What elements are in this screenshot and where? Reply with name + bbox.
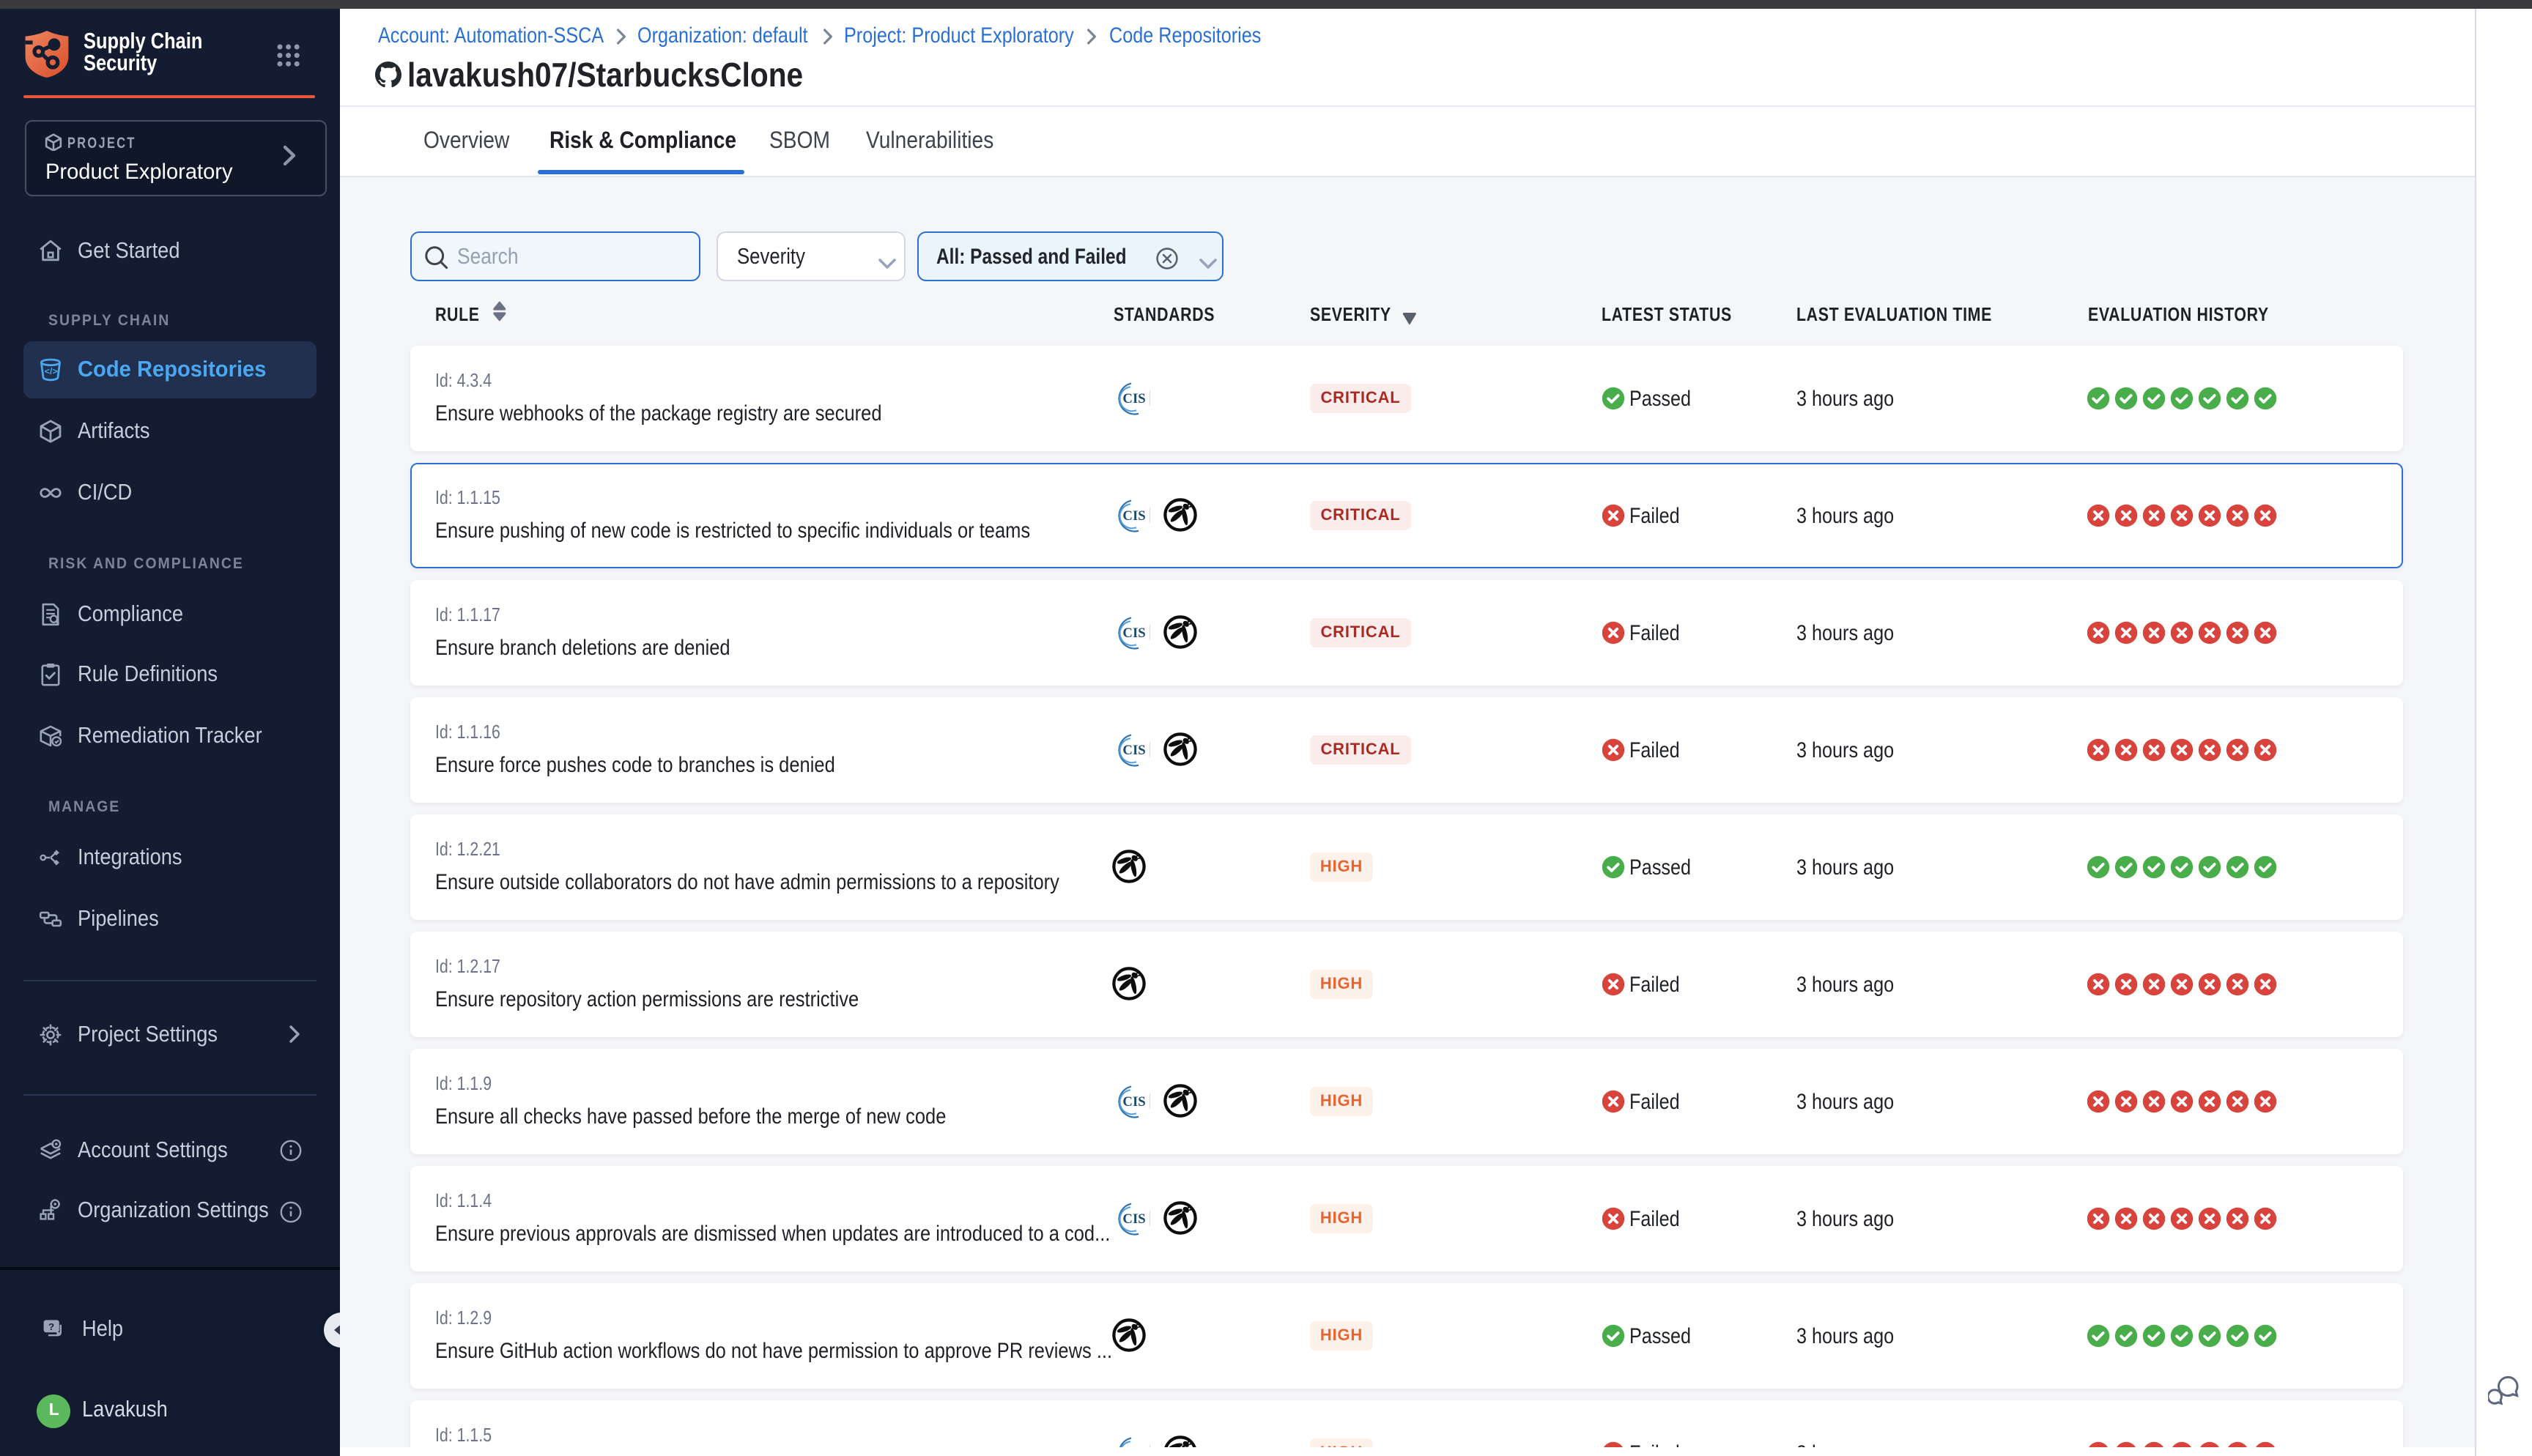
svg-text:CIS: CIS (1122, 1094, 1144, 1110)
svg-text:CIS: CIS (1122, 508, 1144, 524)
svg-text:</>: </> (44, 366, 57, 376)
svg-text:CIS: CIS (1122, 1446, 1144, 1447)
svg-text:CIS: CIS (1122, 391, 1144, 406)
svg-text:CIS: CIS (1122, 743, 1144, 758)
svg-text:CIS: CIS (1122, 625, 1144, 641)
svg-text:CIS: CIS (1122, 1211, 1144, 1227)
svg-text:?: ? (48, 1321, 53, 1332)
